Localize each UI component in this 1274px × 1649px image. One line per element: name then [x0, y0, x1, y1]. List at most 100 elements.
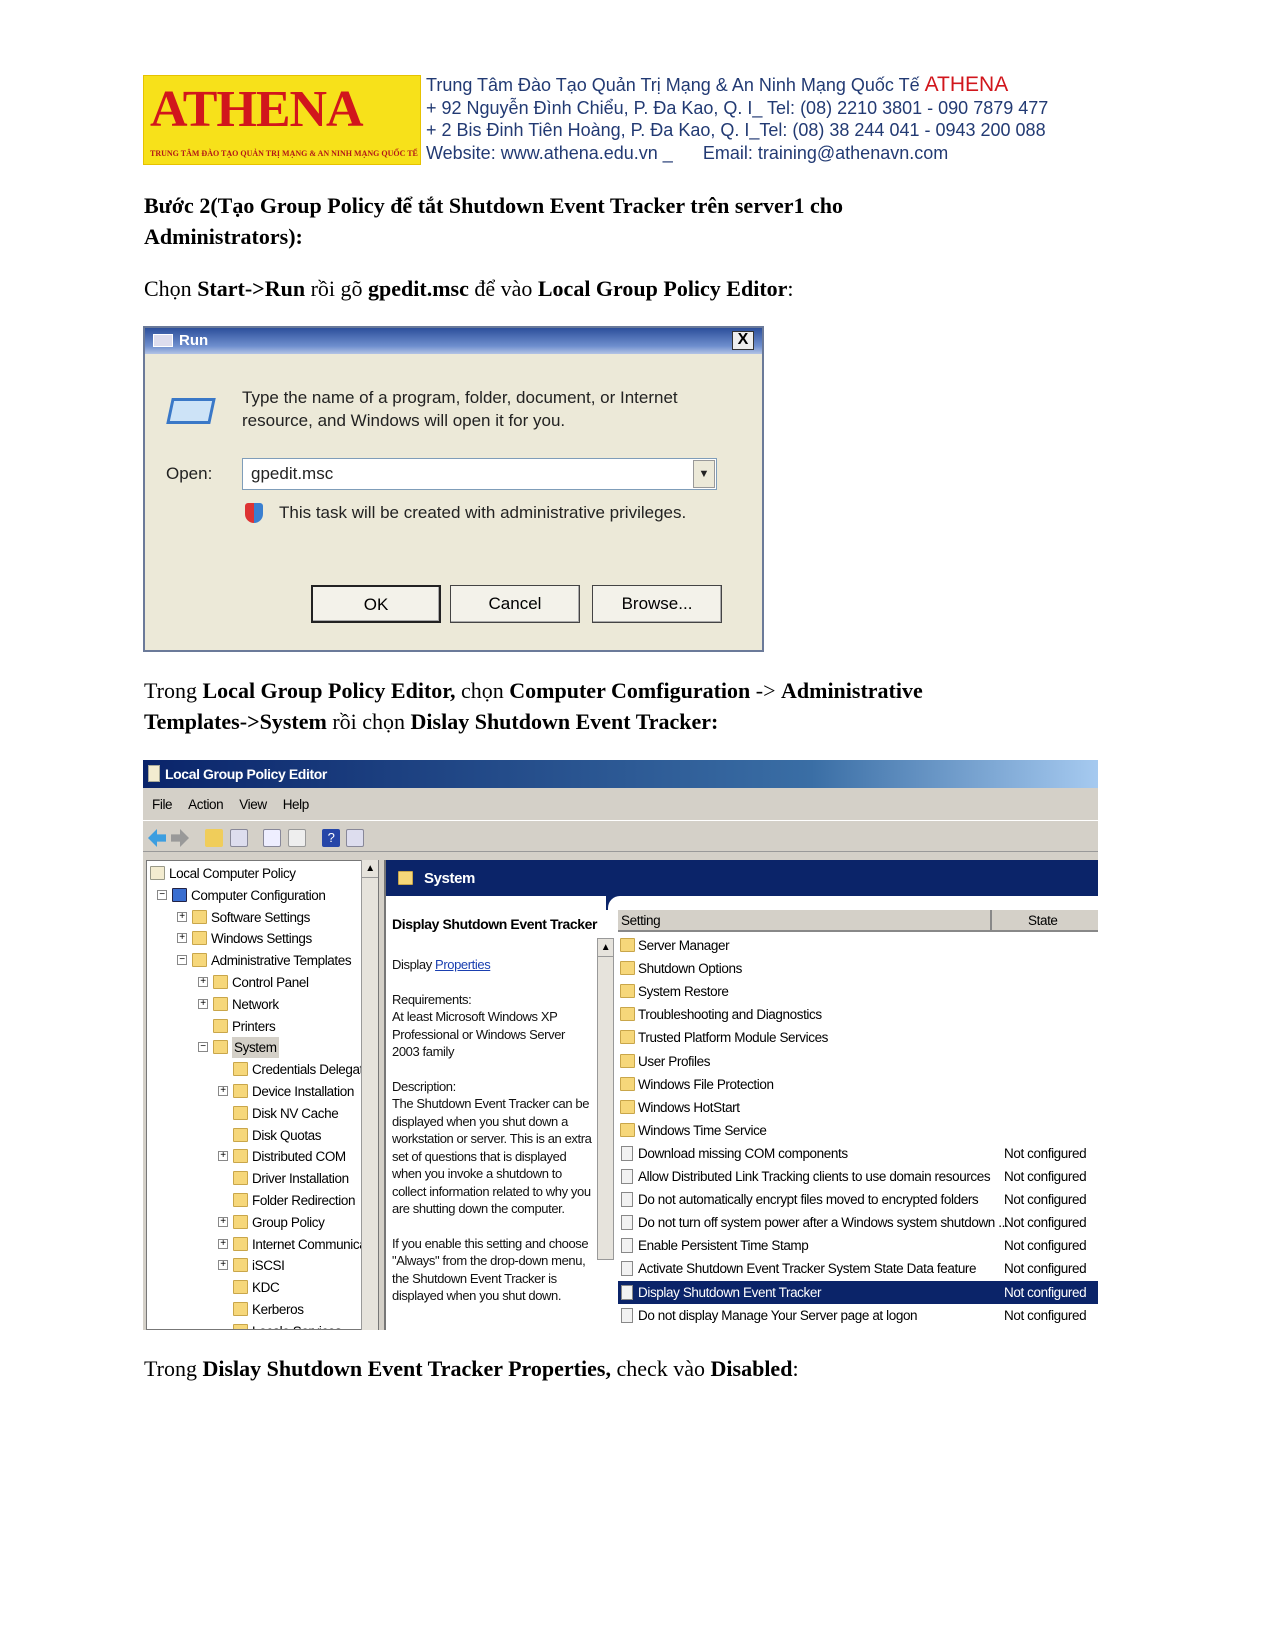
list-row[interactable]: Activate Shutdown Event Tracker System S… [618, 1257, 1098, 1280]
panel-header: System [386, 860, 1098, 896]
description-title: Display Shutdown Event Tracker [392, 916, 598, 932]
chevron-down-icon[interactable]: ▼ [693, 460, 715, 488]
list-row[interactable]: Allow Distributed Link Tracking clients … [618, 1165, 1098, 1188]
expand-icon[interactable]: + [218, 1238, 228, 1249]
list-row[interactable]: System Restore [618, 980, 1098, 1003]
list-row[interactable]: Shutdown Options [618, 957, 1098, 980]
menu-bar: File Action View Help [143, 788, 1098, 820]
policy-setting-icon [621, 1307, 633, 1323]
list-row[interactable]: Enable Persistent Time Stamp Not configur… [618, 1234, 1098, 1257]
expand-icon[interactable]: + [218, 1216, 228, 1227]
setting-name: Enable Persistent Time Stamp [638, 1238, 809, 1254]
back-arrow-icon[interactable] [148, 829, 166, 847]
description-panel: Display Properties Requirements: At leas… [392, 957, 592, 1303]
folder-icon [620, 1030, 635, 1045]
column-state[interactable]: State [1028, 913, 1058, 928]
tree-item-label: KDC [252, 1280, 280, 1296]
properties-link[interactable]: Properties [435, 957, 491, 972]
show-hide-tree-icon[interactable] [230, 829, 248, 847]
tree-item-label: Device Installation [252, 1084, 354, 1099]
setting-name: Shutdown Options [638, 961, 742, 977]
tree-item-label: Disk NV Cache [252, 1105, 339, 1121]
policy-setting-icon [621, 1238, 633, 1254]
folder-icon [233, 1193, 248, 1207]
header-address-1: + 92 Nguyễn Đình Chiểu, P. Đa Kao, Q. I_… [426, 97, 1049, 118]
list-row[interactable]: Do not turn off system power after a Win… [618, 1211, 1098, 1234]
expand-icon[interactable]: + [177, 933, 187, 944]
list-row[interactable]: Troubleshooting and Diagnostics [618, 1003, 1098, 1026]
list-row[interactable]: Server Manager [618, 934, 1098, 957]
tree-scrollbar[interactable]: ▲ [361, 860, 378, 1330]
menu-help[interactable]: Help [283, 797, 310, 812]
expand-icon[interactable]: + [198, 977, 208, 987]
setting-name: Trusted Platform Module Services [638, 1030, 829, 1046]
folder-icon [213, 1040, 228, 1055]
list-row[interactable]: Trusted Platform Module Services [618, 1026, 1098, 1049]
description: Description: The Shutdown Event Tracker … [392, 1078, 592, 1217]
folder-icon [620, 984, 635, 999]
logo-text: ATHENA [150, 81, 364, 138]
requirements: Requirements: At least Microsoft Windows… [392, 991, 565, 1060]
help-icon[interactable]: ? [322, 829, 340, 847]
folder-icon [213, 1018, 228, 1033]
column-setting[interactable]: Setting [621, 913, 661, 928]
policy-icon [150, 866, 165, 880]
folder-icon [233, 1171, 248, 1186]
forward-arrow-icon[interactable] [171, 829, 189, 847]
list-row[interactable]: Do not display Manage Your Server page a… [618, 1304, 1098, 1327]
list-row[interactable]: Download missing COM components Not confi… [618, 1142, 1098, 1165]
cancel-button[interactable]: Cancel [450, 585, 580, 623]
setting-name: Windows File Protection [638, 1076, 774, 1092]
setting-name: Windows HotStart [638, 1099, 740, 1115]
tree-item-label: iSCSI [252, 1258, 285, 1274]
description-scrollbar[interactable]: ▲ [597, 938, 614, 1260]
folder-icon [620, 1099, 635, 1114]
filter-icon[interactable] [346, 829, 364, 847]
paragraph-2: Trong Local Group Policy Editor, chọn Co… [144, 678, 923, 703]
list-row[interactable]: Display Shutdown Event Tracker Not config… [618, 1280, 1098, 1304]
list-row[interactable]: Windows File Protection [618, 1073, 1098, 1096]
expand-icon[interactable]: + [218, 1086, 228, 1096]
setting-name: Server Manager [638, 938, 730, 953]
close-button[interactable]: X [732, 331, 754, 350]
setting-name: Download missing COM components [638, 1145, 848, 1161]
policy-setting-icon [621, 1145, 633, 1161]
tree-item-label: System [232, 1037, 279, 1059]
folder-icon [213, 996, 228, 1011]
open-label: Open: [166, 464, 213, 483]
collapse-icon[interactable]: − [157, 889, 167, 900]
list-row[interactable]: User Profiles [618, 1050, 1098, 1073]
up-folder-icon[interactable] [205, 829, 223, 847]
folder-icon [233, 1062, 248, 1077]
console-tree: Local Computer Policy − Computer Configura… [146, 860, 379, 1330]
athena-logo: ATHENA TRUNG TÂM ĐÀO TẠO QUẢN TRỊ MẠNG &… [143, 75, 421, 165]
list-row[interactable]: Do not automatically encrypt files moved… [618, 1188, 1098, 1211]
setting-name: System Restore [638, 984, 729, 1000]
setting-state: Not configured [1004, 1215, 1087, 1231]
menu-action[interactable]: Action [188, 797, 224, 812]
header-brand: ATHENA [924, 73, 1009, 96]
tree-item-label: Computer Configuration [191, 887, 326, 903]
folder-icon [233, 1127, 248, 1142]
list-row[interactable]: Windows HotStart [618, 1096, 1098, 1119]
open-combobox[interactable]: gpedit.msc ▼ [242, 458, 717, 490]
browse-button[interactable]: Browse... [592, 585, 722, 623]
export-list-icon[interactable] [288, 829, 306, 847]
paragraph-4: Trong Dislay Shutdown Event Tracker Prop… [144, 1356, 799, 1381]
folder-icon [233, 1302, 248, 1316]
collapse-icon[interactable]: − [177, 955, 187, 966]
properties-icon[interactable] [263, 829, 281, 847]
expand-icon[interactable]: + [198, 998, 208, 1009]
collapse-icon[interactable]: − [198, 1042, 208, 1053]
menu-view[interactable]: View [239, 797, 267, 812]
folder-icon [192, 909, 207, 924]
ok-button[interactable]: OK [311, 585, 441, 623]
expand-icon[interactable]: + [218, 1260, 228, 1271]
list-row[interactable]: Windows Time Service [618, 1119, 1098, 1142]
menu-file[interactable]: File [152, 797, 173, 812]
expand-icon[interactable]: + [218, 1151, 228, 1162]
folder-icon [620, 938, 635, 952]
expand-icon[interactable]: + [177, 911, 187, 922]
header-line1: Trung Tâm Đào Tạo Quản Trị Mạng & An Nin… [426, 75, 925, 95]
folder-icon [233, 1105, 248, 1120]
